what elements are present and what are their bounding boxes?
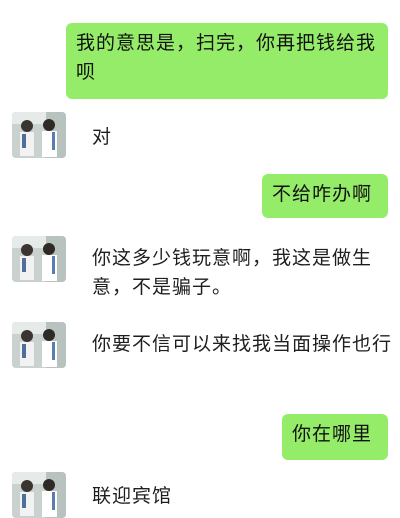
received-message-bubble[interactable]: 对 [92, 123, 132, 152]
avatar-photo-icon [12, 472, 66, 518]
avatar-photo-icon [12, 112, 66, 158]
contact-avatar[interactable] [12, 112, 66, 158]
contact-avatar[interactable] [12, 472, 66, 518]
sent-message-bubble[interactable]: 不给咋办啊 [262, 174, 388, 218]
received-message-bubble[interactable]: 你这多少钱玩意啊，我这是做生意，不是骗子。 [92, 244, 394, 302]
avatar-photo-icon [12, 236, 66, 282]
received-message-bubble[interactable]: 联迎宾馆 [92, 482, 292, 511]
avatar-photo-icon [12, 322, 66, 368]
received-message-bubble[interactable]: 你要不信可以来找我当面操作也行 [92, 330, 394, 359]
contact-avatar[interactable] [12, 236, 66, 282]
chat-conversation: 我的意思是，扫完，你再把钱给我呗 对 不给咋办啊 你这多少钱玩意啊，我这是做生意… [0, 0, 400, 518]
contact-avatar[interactable] [12, 322, 66, 368]
sent-message-bubble[interactable]: 我的意思是，扫完，你再把钱给我呗 [66, 23, 388, 99]
sent-message-bubble[interactable]: 你在哪里 [282, 414, 388, 460]
